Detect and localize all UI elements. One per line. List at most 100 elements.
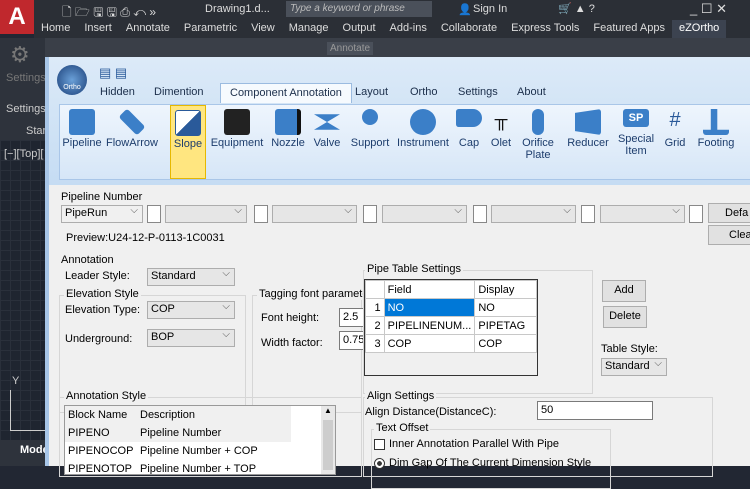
user-icon[interactable]: 👤 bbox=[458, 3, 472, 16]
ezortho-logo[interactable]: Ortho bbox=[57, 65, 87, 95]
list-item[interactable]: PIPENOTOP Pipeline Number + TOP bbox=[65, 460, 291, 474]
menu-bar: Home Insert Annotate Parametric View Man… bbox=[34, 20, 750, 38]
inner-parallel-label: Inner Annotation Parallel With Pipe bbox=[389, 438, 559, 450]
menu-home[interactable]: Home bbox=[34, 20, 77, 38]
tab-about[interactable]: About bbox=[508, 83, 555, 103]
menu-featured-apps[interactable]: Featured Apps bbox=[586, 20, 672, 38]
pipe-table-label: Pipe Table Settings bbox=[365, 263, 463, 275]
separator-1[interactable] bbox=[147, 205, 161, 223]
menu-express-tools[interactable]: Express Tools bbox=[504, 20, 586, 38]
annotation-style-list[interactable]: Block Name Description PIPENO Pipeline Num… bbox=[64, 405, 336, 475]
inner-parallel-checkbox[interactable] bbox=[374, 439, 385, 450]
tool-pipeline[interactable]: Pipeline bbox=[62, 105, 102, 179]
col-display[interactable]: Display bbox=[474, 280, 537, 299]
underground-label: Underground: bbox=[65, 333, 133, 345]
table-row[interactable]: 3 COP COP bbox=[365, 334, 537, 353]
menu-view[interactable]: View bbox=[244, 20, 282, 38]
separator-4[interactable] bbox=[473, 205, 487, 223]
pipeline-icon bbox=[69, 109, 95, 135]
tab-settings[interactable]: Settings bbox=[449, 83, 507, 103]
add-button[interactable]: Add bbox=[602, 280, 646, 302]
valve-icon bbox=[314, 114, 340, 130]
nozzle-icon bbox=[275, 109, 301, 135]
tool-olet[interactable]: ╥ Olet bbox=[488, 105, 514, 179]
tool-special-item[interactable]: SP Special Item bbox=[616, 105, 656, 179]
align-distance-input[interactable]: 50 bbox=[537, 401, 653, 420]
tab-dimention[interactable]: Dimention bbox=[145, 83, 213, 103]
pipe-table[interactable]: Field Display 1 NO NO 2 PIPELINENUM... PIPETA… bbox=[364, 279, 538, 376]
menu-ezortho[interactable]: eZOrtho bbox=[671, 20, 727, 38]
tool-support[interactable]: Support bbox=[350, 105, 390, 179]
tab-hidden[interactable]: Hidden bbox=[91, 83, 144, 103]
autocad-logo[interactable]: A bbox=[0, 0, 34, 34]
align-settings-label: Align Settings bbox=[365, 390, 437, 402]
settings-panel-label: Settings bbox=[6, 103, 46, 115]
dim-gap-radio[interactable] bbox=[374, 458, 385, 469]
search-input[interactable]: Type a keyword or phrase bbox=[286, 1, 432, 17]
pipeline-part-3-select[interactable] bbox=[272, 205, 357, 223]
separator-3[interactable] bbox=[363, 205, 377, 223]
window-controls[interactable]: _ ☐ ✕ bbox=[690, 1, 727, 17]
separator-5[interactable] bbox=[581, 205, 595, 223]
leader-style-select[interactable]: Standard bbox=[147, 268, 235, 286]
gear-icon[interactable]: ⚙ bbox=[10, 42, 30, 68]
table-row[interactable]: 1 NO NO bbox=[365, 298, 537, 317]
tool-slope[interactable]: Slope bbox=[170, 105, 206, 179]
tool-reducer[interactable]: Reducer bbox=[566, 105, 610, 179]
flow-arrow-icon bbox=[118, 108, 146, 136]
scroll-up-icon[interactable]: ▲ bbox=[321, 406, 335, 418]
underground-select[interactable]: BOP bbox=[147, 329, 235, 347]
menu-addins[interactable]: Add-ins bbox=[383, 20, 434, 38]
menu-insert[interactable]: Insert bbox=[77, 20, 119, 38]
separator-2[interactable] bbox=[254, 205, 268, 223]
separator-6[interactable] bbox=[689, 205, 703, 223]
pipeline-part-1-select[interactable]: PipeRun bbox=[61, 205, 143, 223]
start-tab[interactable]: Star bbox=[26, 125, 46, 137]
list-item[interactable]: PIPENO Pipeline Number bbox=[65, 424, 291, 442]
menu-output[interactable]: Output bbox=[336, 20, 383, 38]
tab-component-annotation[interactable]: Component Annotation bbox=[220, 83, 352, 103]
quick-db-icons[interactable]: ▤ ▤ bbox=[99, 65, 127, 81]
table-row[interactable]: 2 PIPELINENUM... PIPETAG bbox=[365, 316, 537, 335]
tool-orifice-plate[interactable]: Orifice Plate bbox=[518, 105, 558, 179]
menu-parametric[interactable]: Parametric bbox=[177, 20, 244, 38]
font-height-label: Font height: bbox=[261, 312, 320, 324]
scroll-thumb[interactable] bbox=[323, 420, 333, 470]
settings-button[interactable]: Settings bbox=[6, 72, 46, 84]
scrollbar[interactable]: ▲ bbox=[321, 406, 335, 474]
list-item[interactable]: PIPENOCOP Pipeline Number + COP bbox=[65, 442, 291, 460]
menu-annotate[interactable]: Annotate bbox=[119, 20, 177, 38]
clear-button[interactable]: Clea bbox=[708, 225, 750, 245]
pipeline-part-2-select[interactable] bbox=[165, 205, 247, 223]
menu-collaborate[interactable]: Collaborate bbox=[434, 20, 504, 38]
tab-ortho[interactable]: Ortho bbox=[401, 83, 447, 103]
cart-icon[interactable]: 🛒 ▲ ? bbox=[558, 2, 595, 15]
tool-equipment[interactable]: Equipment bbox=[210, 105, 264, 179]
table-style-select[interactable]: Standard bbox=[601, 358, 667, 376]
tab-layout[interactable]: Layout bbox=[346, 83, 397, 103]
pipeline-part-4-select[interactable] bbox=[382, 205, 467, 223]
tool-flowarrow[interactable]: FlowArrow bbox=[104, 105, 160, 179]
default-button[interactable]: Defa bbox=[708, 203, 750, 223]
model-tab[interactable]: Mode bbox=[0, 440, 49, 466]
drawing-canvas[interactable]: [−][Top][ Y bbox=[0, 140, 45, 440]
align-distance-label: Align Distance(DistanceC): bbox=[365, 406, 497, 418]
tool-nozzle[interactable]: Nozzle bbox=[270, 105, 306, 179]
col-field[interactable]: Field bbox=[383, 280, 476, 299]
sign-in-link[interactable]: Sign In bbox=[473, 3, 507, 15]
pipeline-part-6-select[interactable] bbox=[600, 205, 685, 223]
ribbon-annotate-label: Annotate bbox=[327, 42, 374, 55]
tool-valve[interactable]: Valve bbox=[310, 105, 344, 179]
tool-cap[interactable]: Cap bbox=[456, 105, 482, 179]
elevation-type-select[interactable]: COP bbox=[147, 301, 235, 319]
olet-icon: ╥ bbox=[494, 109, 508, 129]
tool-instrument[interactable]: Instrument bbox=[396, 105, 450, 179]
delete-button[interactable]: Delete bbox=[603, 306, 647, 328]
menu-manage[interactable]: Manage bbox=[282, 20, 336, 38]
viewport-controls[interactable]: [−][Top][ bbox=[4, 148, 43, 160]
tool-grid[interactable]: # Grid bbox=[660, 105, 690, 179]
tool-footing[interactable]: Footing bbox=[696, 105, 736, 179]
pipeline-part-5-select[interactable] bbox=[491, 205, 576, 223]
elevation-style-label: Elevation Style bbox=[64, 288, 141, 300]
text-offset-label: Text Offset bbox=[374, 422, 431, 434]
